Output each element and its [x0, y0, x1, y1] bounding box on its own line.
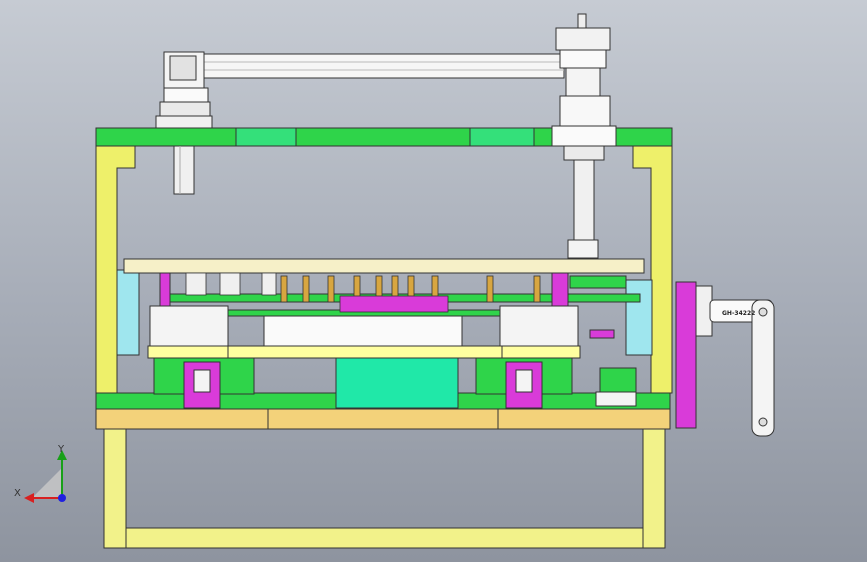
cad-viewport[interactable]: GH-34222 Y X — [0, 0, 867, 562]
top-arm — [199, 53, 565, 79]
y-axis-label: Y — [57, 444, 65, 455]
lower-supports — [153, 357, 573, 409]
part-label: GH-34222 — [722, 310, 755, 317]
toggle-clamp — [675, 281, 775, 437]
lower-stand — [103, 427, 666, 549]
right-clamp-column — [551, 13, 617, 259]
spring-pin-row — [185, 272, 541, 313]
axis-triad — [24, 450, 67, 503]
x-axis-label: X — [14, 488, 21, 499]
fixture-drawing: GH-34222 Y X — [14, 13, 775, 549]
left-clamp-column — [155, 51, 213, 195]
